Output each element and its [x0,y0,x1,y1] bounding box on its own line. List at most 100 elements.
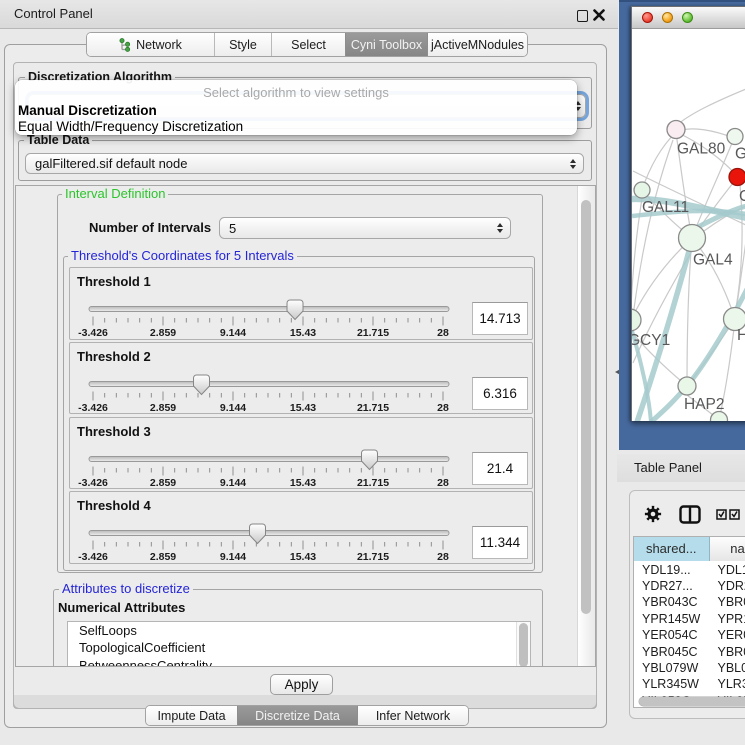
tab-label: Infer Network [376,709,450,723]
slider-tick-label: -3.426 [78,551,108,563]
float-icon[interactable] [577,10,588,22]
table-cell[interactable]: YLR345W [718,676,745,692]
bottom-tab-impute-data[interactable]: Impute Data [146,706,237,725]
table-cell[interactable]: YER054C [718,627,745,643]
node-label-H-node: H [737,327,745,344]
table-cell[interactable]: YPR145W [642,611,710,627]
table-cell[interactable]: YBR045C [718,644,745,660]
columns-icon[interactable] [679,505,701,524]
network-node-GAL11[interactable] [634,182,650,198]
attribute-list-item[interactable]: TopologicalCoefficient [68,639,530,656]
slider-track[interactable] [89,307,449,312]
tab-style[interactable]: Style [214,33,271,56]
threshold-value-field[interactable]: 14.713 [472,302,528,335]
slider-tick-label: 28 [437,551,449,563]
table-cell[interactable]: YBR043C [718,594,745,610]
table-cell[interactable]: YER054C [642,627,710,643]
network-node-GCY1[interactable] [632,309,641,331]
close-traffic-light[interactable] [642,12,653,23]
thresholds-group-title: Threshold's Coordinates for 5 Intervals [68,249,297,263]
gear-icon[interactable] [644,505,662,523]
table-header-name[interactable]: name [710,537,745,561]
threshold-value-field[interactable]: 6.316 [472,377,528,410]
tab-select[interactable]: Select [271,33,345,56]
slider-thumb[interactable] [193,375,209,395]
slider-tick-label: 2.859 [150,551,176,563]
slider-tick-label: 28 [437,477,449,489]
tab-cyni-toolbox[interactable]: Cyni Toolbox [345,33,427,56]
table-cell[interactable]: YDR27... [642,578,710,594]
bottom-tab-infer-network[interactable]: Infer Network [357,706,468,725]
tab-label: Network [136,38,182,52]
application-window: Control Panel NetworkStyleSelectCyni Too… [0,0,745,745]
network-node-GAL4[interactable] [679,225,706,252]
bottom-tab-discretize-data[interactable]: Discretize Data [237,706,357,725]
slider-thumb[interactable] [287,300,303,320]
threshold-panel-3: Threshold 3-3.4262.8599.14415.4321.71528… [69,417,533,490]
table-cell[interactable]: YBR043C [642,594,710,610]
node-label-HAP2: HAP2 [684,396,725,413]
minimize-traffic-light[interactable] [662,12,673,23]
table-hscrollbar[interactable] [634,694,745,707]
slider-tick-label: 21.715 [357,477,389,489]
slider-tick-label: 15.43 [290,551,316,563]
apply-button[interactable]: Apply [270,674,333,695]
table-cell[interactable]: YLR345W [642,676,710,692]
network-window-titlebar[interactable] [632,7,745,29]
table-cell[interactable]: YDR27... [718,578,745,594]
checkboxes-icon[interactable] [716,509,742,520]
slider-track[interactable] [89,531,449,536]
settings-scrollbar-thumb[interactable] [581,200,591,614]
slider-tick-label: 2.859 [150,477,176,489]
tab-label: Select [291,38,326,52]
table-panel-container: shared...name YDL19...YDL19...YDR27...YD… [629,490,745,719]
slider-tick-label: 21.715 [357,327,389,339]
threshold-slider[interactable]: -3.4262.8599.14415.4321.71528 [70,268,534,340]
tab-jactivemnodules[interactable]: jActiveMNodules [427,33,527,56]
table-cell[interactable]: YPR145W [718,611,745,627]
table-cell[interactable]: YBR045C [642,644,710,660]
list-scrollbar-thumb[interactable] [519,623,528,667]
table-cell[interactable]: YBL079W [718,660,745,676]
list-scrollbar[interactable] [516,622,530,667]
tab-label: Style [229,38,257,52]
number-of-intervals-combobox[interactable]: 5 [219,217,511,239]
slider-tick-label: 9.144 [220,402,246,414]
node-table[interactable]: shared...name YDL19...YDL19...YDR27...YD… [633,536,745,708]
table-cell[interactable]: YDL19... [718,562,745,578]
threshold-slider[interactable]: -3.4262.8599.14415.4321.71528 [70,343,534,415]
combo-arrows-icon [497,223,503,233]
table-hscrollbar-thumb[interactable] [639,697,745,706]
table-cell[interactable]: YBL079W [642,660,710,676]
popup-placeholder-item[interactable]: Select algorithm to view settings [15,85,577,101]
threshold-slider[interactable]: -3.4262.8599.14415.4321.71528 [70,492,534,564]
slider-thumb[interactable] [361,450,377,470]
numerical-attributes-list[interactable]: SelfLoopsTopologicalCoefficientBetweenne… [67,621,531,667]
interval-definition-group-title: Interval Definition [62,187,168,201]
network-canvas[interactable]: GAL80GACGAL11GAL4GCY1HHAP2 [632,29,745,421]
slider-track[interactable] [89,381,449,386]
arrow-up-icon [497,223,503,227]
network-node-G-right[interactable] [727,129,743,145]
table-cell[interactable]: YDL19... [642,562,710,578]
popup-item-equal-width[interactable]: Equal Width/Frequency Discretization [15,119,577,135]
threshold-value-field[interactable]: 11.344 [472,526,528,559]
tab-network[interactable]: Network [87,33,214,56]
attribute-list-item[interactable]: SelfLoops [68,622,530,639]
table-header-shared-name[interactable]: shared... [634,537,710,561]
network-node-GAL80[interactable] [667,121,685,139]
cyni-bottom-tabs: Impute DataDiscretize Data Infer Network [145,705,469,726]
close-icon[interactable] [593,9,605,21]
zoom-traffic-light[interactable] [682,12,693,23]
threshold-slider[interactable]: -3.4262.8599.14415.4321.71528 [70,418,534,490]
network-node-HAP2[interactable] [678,377,696,395]
settings-scrollbar[interactable] [577,186,595,666]
popup-item-manual-discretization[interactable]: Manual Discretization [15,103,577,119]
node-label-GCY1: GCY1 [632,332,670,349]
slider-track[interactable] [89,456,449,461]
threshold-value-field[interactable]: 21.4 [472,452,528,485]
network-node-red-node[interactable] [729,169,745,186]
table-data-combobox[interactable]: galFiltered.sif default node [25,153,584,174]
attribute-list-item[interactable]: BetweennessCentrality [68,657,530,667]
slider-thumb[interactable] [249,524,265,544]
